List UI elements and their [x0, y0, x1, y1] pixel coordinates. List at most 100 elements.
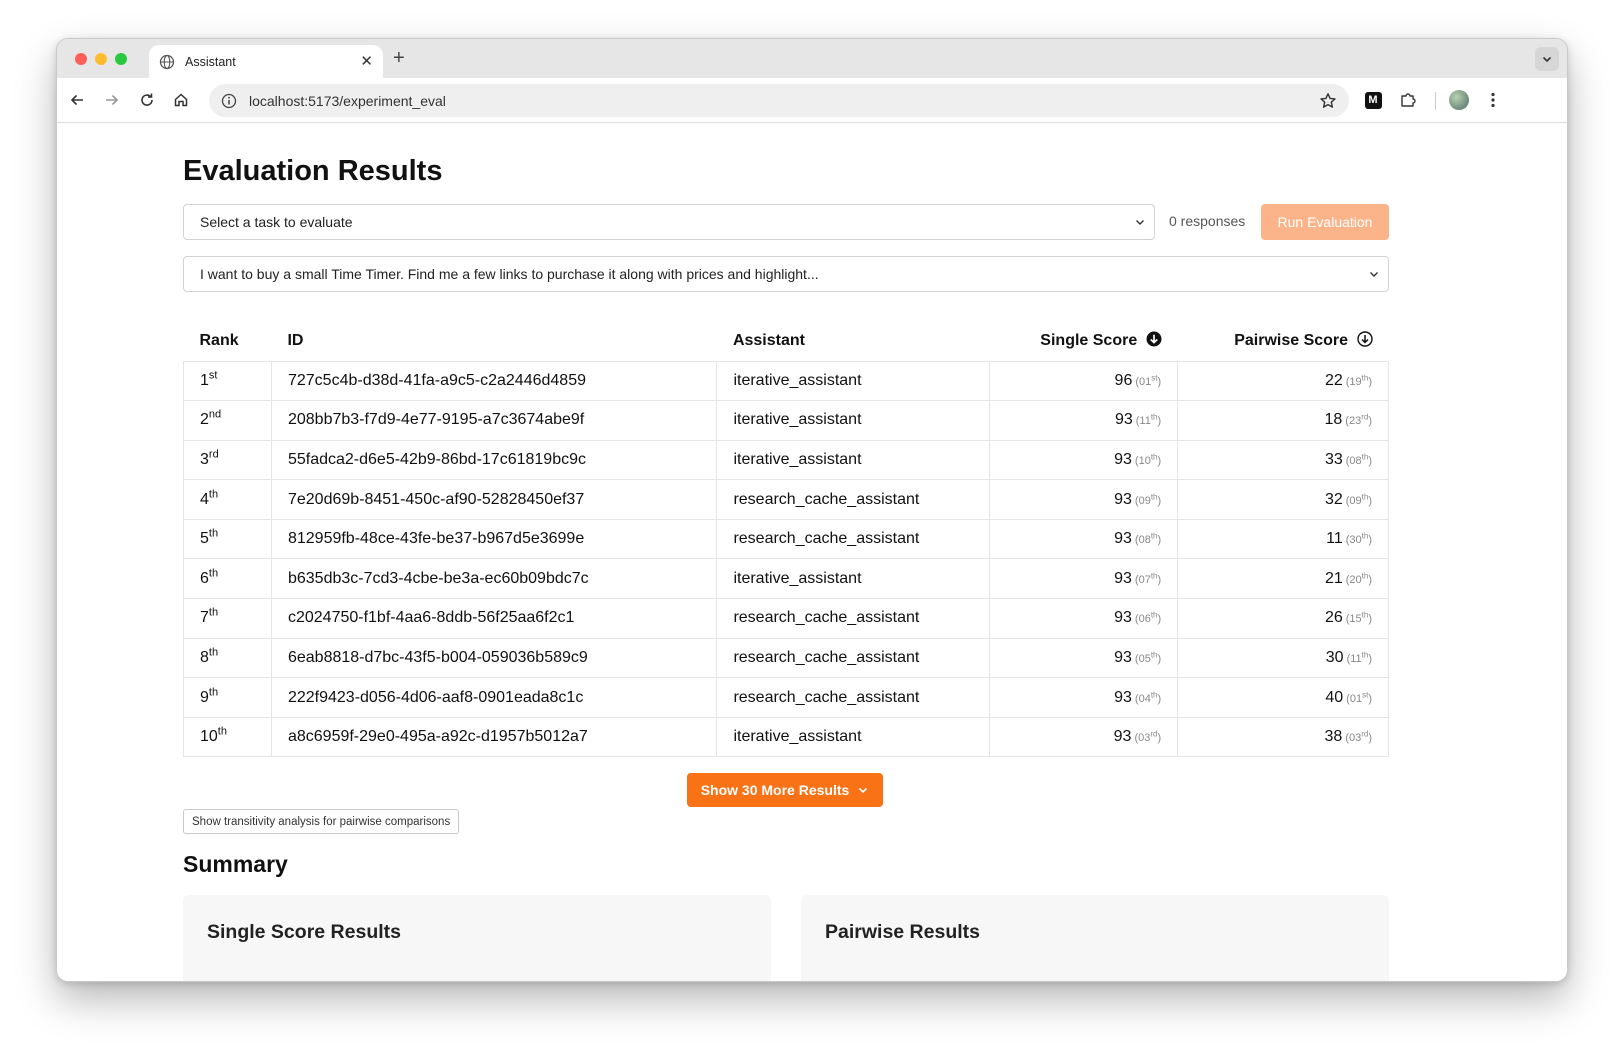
single-score-cell: 93 (06th) — [989, 598, 1179, 639]
pairwise-score-cell: 30 (11th) — [1177, 637, 1389, 679]
close-icon[interactable]: ✕ — [360, 54, 373, 69]
rank-cell: 7th — [183, 598, 272, 639]
table-row: 5th 812959fb-48ce-43fe-be37-b967d5e3699e r… — [183, 518, 1389, 560]
rank-cell: 4th — [183, 479, 272, 520]
single-score-cell: 93 (11th) — [989, 400, 1179, 441]
id-header: ID — [271, 321, 717, 362]
results-table: Rank ID Assistant Single Score Pairwise … — [183, 321, 1389, 758]
table-row: 10th a8c6959f-29e0-495a-a92c-d1957b5012a7… — [183, 716, 1389, 758]
rank-cell: 1st — [183, 360, 272, 402]
m-extension-icon[interactable]: M — [1363, 90, 1383, 110]
pairwise-card: Pairwise Results — [801, 895, 1389, 981]
single-score-card-title: Single Score Results — [207, 921, 401, 943]
tab-title: Assistant — [185, 54, 236, 69]
reload-icon[interactable] — [137, 90, 157, 110]
assistant-cell: research_cache_assistant — [716, 479, 991, 520]
single-score-card: Single Score Results — [183, 895, 771, 981]
assistant-cell: research_cache_assistant — [716, 518, 991, 560]
tab-search-button[interactable] — [1535, 47, 1559, 71]
rank-cell: 6th — [183, 558, 272, 600]
id-cell: 55fadca2-d6e5-42b9-86bd-17c61819bc9c — [270, 439, 718, 481]
forward-icon[interactable] — [102, 90, 122, 110]
star-icon[interactable] — [1319, 92, 1337, 110]
minimize-window-button[interactable] — [95, 53, 107, 65]
table-row: 1st 727c5c4b-d38d-41fa-a9c5-c2a2446d4859 i… — [183, 360, 1389, 402]
chevron-down-icon — [859, 787, 868, 794]
chevron-down-icon — [1542, 56, 1552, 63]
single-score-cell: 93 (05th) — [989, 637, 1179, 679]
single-score-header[interactable]: Single Score — [989, 321, 1178, 362]
table-row: 9th 222f9423-d056-4d06-aaf8-0901eada8c1c r… — [183, 677, 1389, 718]
id-cell: 222f9423-d056-4d06-aaf8-0901eada8c1c — [270, 677, 718, 718]
assistant-cell: research_cache_assistant — [716, 637, 991, 679]
back-icon[interactable] — [67, 90, 87, 110]
id-cell: 812959fb-48ce-43fe-be37-b967d5e3699e — [270, 518, 718, 560]
run-evaluation-button[interactable]: Run Evaluation — [1261, 204, 1389, 240]
rank-cell: 9th — [183, 677, 272, 718]
info-icon[interactable] — [221, 93, 237, 109]
pairwise-card-title: Pairwise Results — [825, 921, 980, 943]
id-cell: b635db3c-7cd3-4cbe-be3a-ec60b09bdc7c — [270, 558, 718, 600]
assistant-cell: iterative_assistant — [716, 558, 991, 600]
chevron-down-icon — [1136, 220, 1144, 225]
address-bar[interactable]: localhost:5173/experiment_eval — [209, 84, 1349, 117]
tab-strip: Assistant ✕ + — [57, 39, 1567, 78]
home-icon[interactable] — [171, 90, 191, 110]
maximize-window-button[interactable] — [115, 53, 127, 65]
sort-down-icon[interactable] — [1356, 331, 1373, 347]
browser-window: Assistant ✕ + localhost:5173/experiment_… — [56, 38, 1568, 982]
page-title: Evaluation Results — [183, 155, 443, 187]
close-window-button[interactable] — [75, 53, 87, 65]
id-cell: 208bb7b3-f7d9-4e77-9195-a7c3674abe9f — [270, 400, 718, 441]
pairwise-score-cell: 21 (20th) — [1177, 558, 1389, 600]
transitivity-analysis-button[interactable]: Show transitivity analysis for pairwise … — [183, 809, 460, 834]
query-select[interactable]: I want to buy a small Time Timer. Find m… — [183, 256, 1389, 292]
assistant-cell: iterative_assistant — [716, 439, 991, 481]
browser-toolbar: localhost:5173/experiment_eval M — [57, 78, 1567, 123]
rank-cell: 8th — [183, 637, 272, 679]
table-header-row: Rank ID Assistant Single Score Pairwise … — [183, 321, 1389, 362]
rank-cell: 5th — [183, 518, 272, 560]
url-text: localhost:5173/experiment_eval — [249, 92, 446, 109]
pairwise-score-header[interactable]: Pairwise Score — [1177, 321, 1389, 362]
single-score-cell: 93 (09th) — [989, 479, 1179, 520]
single-score-cell: 93 (07th) — [989, 558, 1179, 600]
assistant-cell: research_cache_assistant — [716, 677, 991, 718]
single-score-cell: 96 (01st) — [989, 360, 1179, 402]
pairwise-score-cell: 26 (15th) — [1177, 598, 1389, 639]
single-score-cell: 93 (08th) — [989, 518, 1179, 560]
pairwise-score-cell: 18 (23rd) — [1177, 400, 1389, 441]
table-row: 2nd 208bb7b3-f7d9-4e77-9195-a7c3674abe9f i… — [183, 400, 1389, 441]
page-content: Evaluation Results Select a task to eval… — [57, 123, 1567, 981]
browser-tab[interactable]: Assistant ✕ — [149, 45, 383, 78]
single-score-cell: 93 (03rd) — [989, 716, 1179, 758]
plus-icon[interactable]: + — [393, 47, 405, 70]
show-more-results-button[interactable]: Show 30 More Results — [687, 773, 883, 807]
chevron-down-icon — [1370, 272, 1378, 277]
window-controls — [75, 53, 127, 65]
sort-down-icon[interactable] — [1146, 331, 1162, 347]
assistant-cell: iterative_assistant — [716, 400, 991, 441]
responses-count: 0 responses — [1169, 213, 1246, 229]
single-score-cell: 93 (04th) — [989, 677, 1179, 718]
table-row: 4th 7e20d69b-8451-450c-af90-52828450ef37 r… — [183, 479, 1389, 520]
assistant-cell: iterative_assistant — [716, 360, 991, 402]
single-score-cell: 93 (10th) — [989, 439, 1179, 481]
task-select[interactable]: Select a task to evaluate — [183, 204, 1155, 240]
task-select-value: Select a task to evaluate — [200, 214, 353, 230]
puzzle-icon[interactable] — [1398, 90, 1418, 110]
pairwise-score-cell: 11 (30th) — [1177, 518, 1389, 560]
assistant-header: Assistant — [716, 321, 990, 362]
assistant-cell: research_cache_assistant — [716, 598, 991, 639]
summary-title: Summary — [183, 851, 288, 877]
id-cell: a8c6959f-29e0-495a-a92c-d1957b5012a7 — [270, 716, 718, 758]
id-cell: c2024750-f1bf-4aa6-8ddb-56f25aa6f2c1 — [270, 598, 718, 639]
table-row: 7th c2024750-f1bf-4aa6-8ddb-56f25aa6f2c1 r… — [183, 598, 1389, 639]
pairwise-score-cell: 40 (01st) — [1177, 677, 1389, 718]
table-row: 3rd 55fadca2-d6e5-42b9-86bd-17c61819bc9c i… — [183, 439, 1389, 481]
table-row: 6th b635db3c-7cd3-4cbe-be3a-ec60b09bdc7c i… — [183, 558, 1389, 600]
kebab-icon[interactable] — [1483, 90, 1503, 110]
avatar[interactable] — [1449, 90, 1469, 110]
globe-icon — [159, 54, 175, 69]
toolbar-divider — [1435, 92, 1436, 110]
